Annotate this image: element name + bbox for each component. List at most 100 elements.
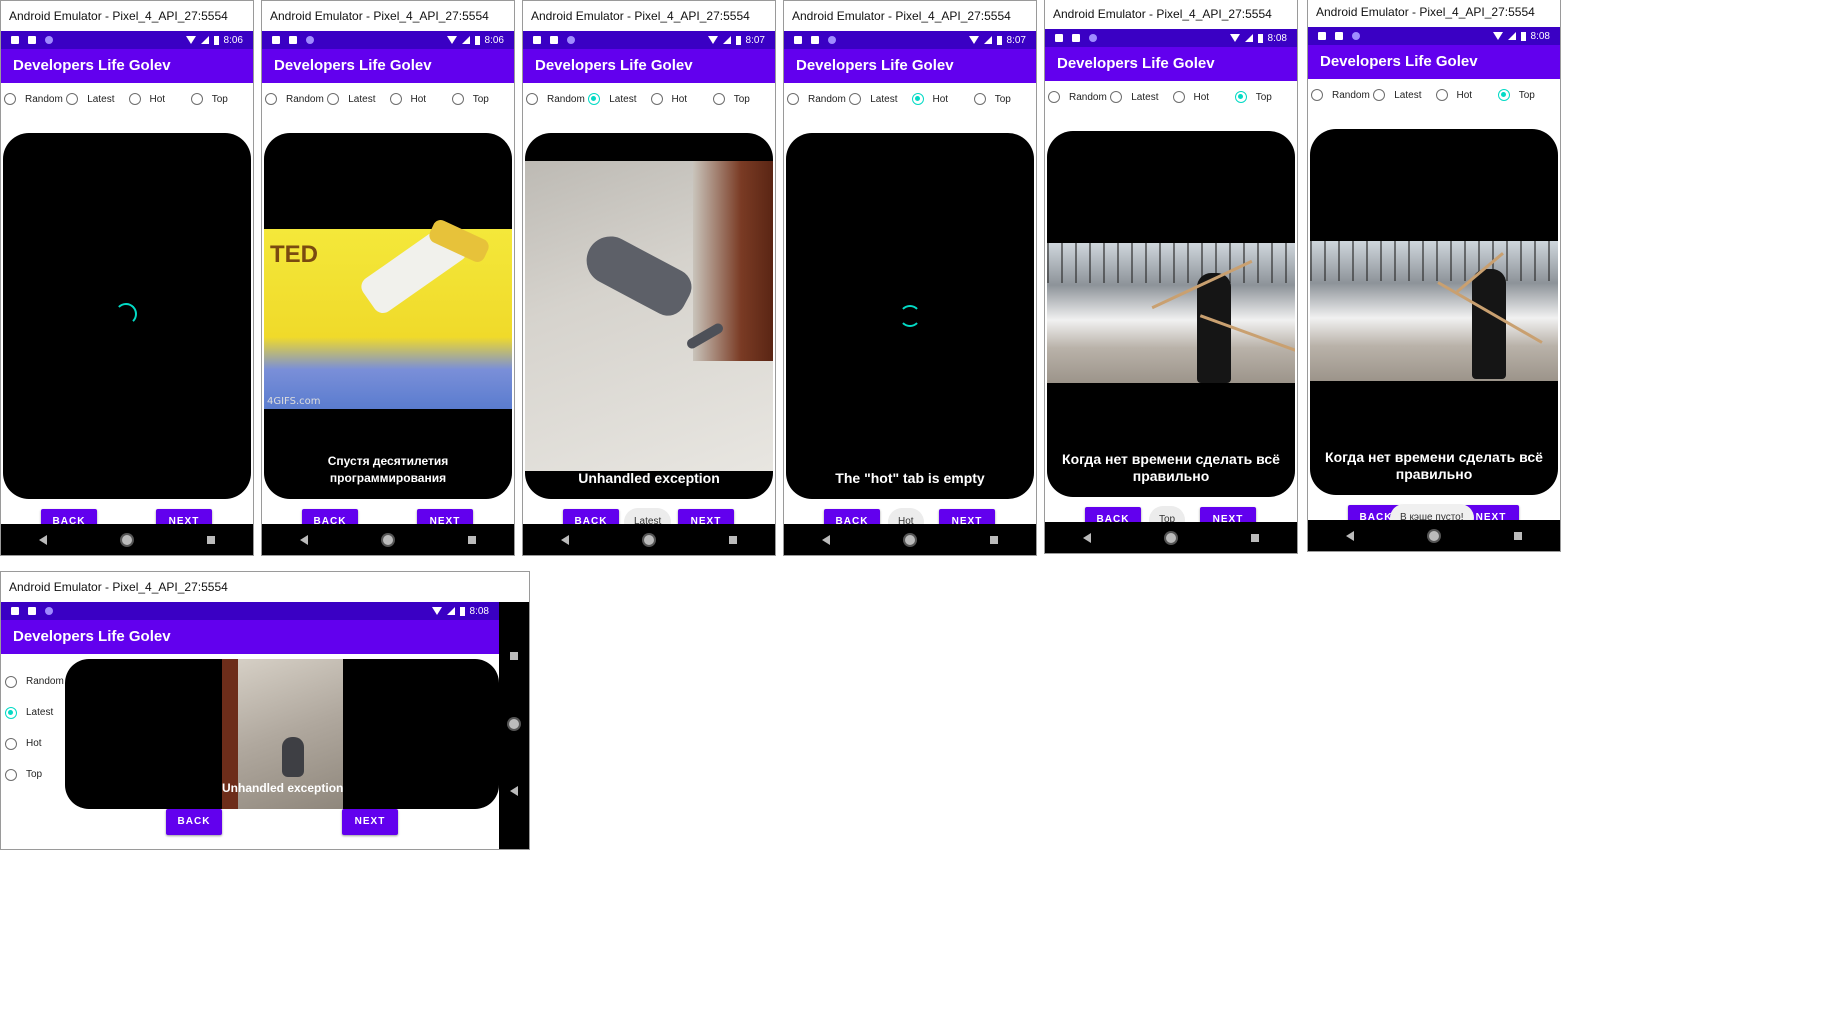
window-title: Android Emulator - Pixel_4_API_27:5554 [784, 1, 1036, 31]
radio-button[interactable] [650, 93, 663, 105]
radio-top[interactable]: Top [451, 93, 514, 105]
app-title: Developers Life Golev [523, 49, 775, 83]
radio-button-selected[interactable] [5, 706, 17, 719]
home-nav-icon[interactable] [509, 719, 519, 729]
radio-random[interactable]: Random [4, 93, 66, 105]
radio-latest[interactable]: Latest [1110, 91, 1172, 103]
window-title: Android Emulator - Pixel_4_API_27:5554 [1, 572, 529, 602]
gif-card: Когда нет времени сделать всё правильно [1310, 129, 1558, 495]
radio-random[interactable]: Random [5, 666, 65, 697]
radio-random[interactable]: Random [265, 93, 327, 105]
recents-nav-icon[interactable] [1251, 533, 1260, 542]
radio-latest[interactable]: Latest [66, 93, 128, 105]
radio-button[interactable] [5, 768, 17, 781]
back-nav-icon[interactable] [821, 534, 830, 545]
radio-button[interactable] [66, 93, 79, 105]
next-button[interactable]: NEXT [342, 809, 398, 835]
radio-label: Random [547, 93, 585, 105]
radio-button[interactable] [1373, 89, 1386, 101]
gif-image [525, 161, 773, 471]
recents-nav-icon[interactable] [1514, 531, 1523, 540]
radio-button[interactable] [1048, 91, 1060, 103]
back-nav-icon[interactable] [510, 786, 518, 796]
notification-icon [1055, 34, 1063, 42]
radio-hot[interactable]: Hot [5, 728, 65, 759]
radio-label: Latest [609, 93, 637, 105]
phone-screen: 8:07 Developers Life Golev Random Latest… [523, 31, 775, 555]
radio-hot[interactable]: Hot [128, 93, 191, 105]
radio-latest[interactable]: Latest [588, 93, 650, 105]
radio-button-selected[interactable] [911, 93, 924, 105]
app-title: Developers Life Golev [1045, 47, 1297, 81]
recents-nav-icon[interactable] [510, 652, 518, 660]
status-bar: 8:07 [523, 31, 775, 49]
radio-button[interactable] [1172, 91, 1185, 103]
radio-random[interactable]: Random [1311, 89, 1373, 101]
wifi-icon [431, 607, 442, 615]
radio-button[interactable] [327, 93, 340, 105]
app-icon [45, 36, 53, 44]
recents-nav-icon[interactable] [729, 535, 738, 544]
home-nav-icon[interactable] [904, 534, 915, 545]
home-nav-icon[interactable] [382, 534, 393, 545]
radio-button[interactable] [1311, 89, 1323, 101]
category-radio-group: Random Latest Hot Top [1045, 81, 1297, 113]
emulator-window-2: Android Emulator - Pixel_4_API_27:5554 8… [261, 0, 515, 556]
radio-button[interactable] [1435, 89, 1448, 101]
home-nav-icon[interactable] [1165, 532, 1176, 543]
radio-latest[interactable]: Latest [849, 93, 911, 105]
radio-button[interactable] [526, 93, 538, 105]
clock: 8:08 [469, 605, 489, 617]
clock: 8:08 [1267, 32, 1287, 44]
back-nav-icon[interactable] [299, 534, 308, 545]
radio-button[interactable] [389, 93, 402, 105]
radio-button[interactable] [4, 93, 16, 105]
radio-top[interactable]: Top [1234, 91, 1297, 103]
radio-latest[interactable]: Latest [327, 93, 389, 105]
back-nav-icon[interactable] [1345, 530, 1354, 541]
radio-button[interactable] [849, 93, 862, 105]
radio-button[interactable] [1110, 91, 1123, 103]
radio-hot[interactable]: Hot [1172, 91, 1235, 103]
radio-button[interactable] [451, 93, 464, 105]
radio-button[interactable] [128, 93, 141, 105]
radio-top[interactable]: Top [190, 93, 253, 105]
radio-button[interactable] [973, 93, 986, 105]
radio-button-selected[interactable] [1497, 89, 1510, 101]
radio-top[interactable]: Top [973, 93, 1036, 105]
radio-label: Top [1255, 91, 1272, 103]
recents-nav-icon[interactable] [468, 535, 477, 544]
radio-top[interactable]: Top [712, 93, 775, 105]
home-nav-icon[interactable] [643, 534, 654, 545]
radio-button[interactable] [787, 93, 799, 105]
radio-latest[interactable]: Latest [1373, 89, 1435, 101]
radio-button-selected[interactable] [1234, 91, 1247, 103]
radio-button[interactable] [5, 675, 17, 688]
radio-latest[interactable]: Latest [5, 697, 65, 728]
radio-button-selected[interactable] [588, 93, 601, 105]
radio-hot[interactable]: Hot [1435, 89, 1498, 101]
back-nav-icon[interactable] [38, 534, 47, 545]
back-nav-icon[interactable] [1082, 532, 1091, 543]
radio-hot[interactable]: Hot [911, 93, 974, 105]
radio-button[interactable] [5, 737, 17, 750]
radio-hot[interactable]: Hot [389, 93, 452, 105]
gif-image [1310, 241, 1558, 381]
back-button[interactable]: BACK [166, 809, 222, 835]
radio-random[interactable]: Random [787, 93, 849, 105]
wifi-icon [446, 36, 457, 44]
radio-button[interactable] [712, 93, 725, 105]
radio-top[interactable]: Top [1497, 89, 1560, 101]
home-nav-icon[interactable] [121, 534, 132, 545]
back-nav-icon[interactable] [560, 534, 569, 545]
radio-random[interactable]: Random [1048, 91, 1110, 103]
radio-random[interactable]: Random [526, 93, 588, 105]
home-nav-icon[interactable] [1428, 530, 1439, 541]
recents-nav-icon[interactable] [207, 535, 216, 544]
radio-top[interactable]: Top [5, 759, 65, 790]
radio-hot[interactable]: Hot [650, 93, 713, 105]
gif-image: TED 4GIFS.com [264, 217, 512, 409]
radio-button[interactable] [190, 93, 203, 105]
recents-nav-icon[interactable] [990, 535, 999, 544]
radio-button[interactable] [265, 93, 277, 105]
